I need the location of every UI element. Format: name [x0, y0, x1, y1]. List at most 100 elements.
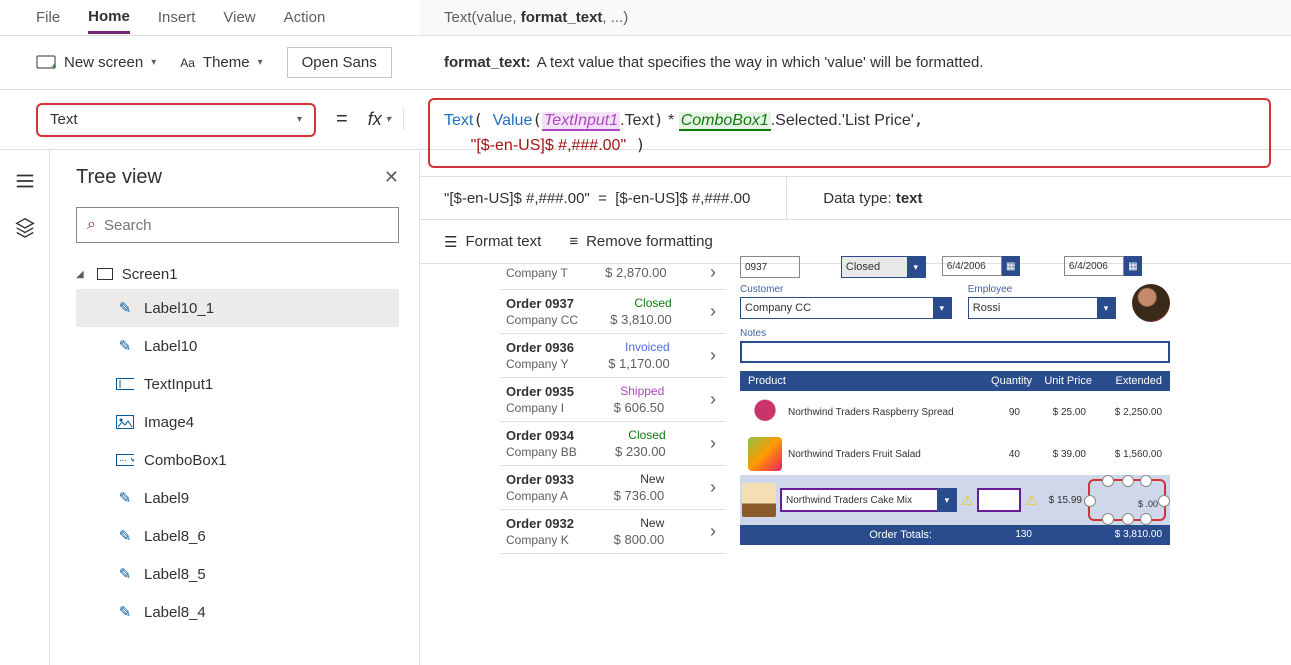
status-select[interactable]: Closed▾ [841, 256, 926, 278]
chevron-right-icon: › [704, 389, 716, 410]
product-new-row: Northwind Traders Cake Mix▾ ⚠ ⚠ $ 15.99 … [740, 475, 1170, 525]
image-icon [116, 413, 134, 431]
tree-item-textinput1[interactable]: TextInput1 [76, 365, 399, 403]
product-image [748, 437, 782, 471]
signature-bar: Text(value, format_text, ...) [420, 0, 1291, 36]
product-combobox[interactable]: Northwind Traders Cake Mix▾ [780, 488, 957, 512]
employee-select[interactable]: Rossi▾ [968, 297, 1116, 319]
chevron-right-icon: › [704, 262, 716, 283]
chevron-right-icon: › [704, 433, 716, 454]
format-icon: ☰ [444, 233, 457, 251]
tab-home[interactable]: Home [88, 2, 130, 34]
product-image [748, 395, 782, 429]
pen-icon: ✎ [116, 489, 134, 507]
warning-icon: ⚠ [1025, 492, 1038, 509]
tab-action[interactable]: Action [284, 3, 326, 32]
date-picker[interactable]: 6/4/2006▦ [1064, 256, 1170, 276]
product-row: Northwind Traders Raspberry Spread 90 $ … [740, 391, 1170, 433]
canvas: Company T $ 2,870.00 › Order 0937Company… [440, 256, 1271, 655]
pen-icon: ✎ [116, 527, 134, 545]
equals-icon: = [336, 108, 348, 131]
extended-label-selected[interactable]: $ .00 [1088, 479, 1166, 521]
tab-file[interactable]: File [36, 3, 60, 32]
remove-format-icon: ≡ [569, 233, 578, 250]
tab-view[interactable]: View [223, 3, 255, 32]
desc-label: format_text: [444, 54, 531, 71]
totals-row: Order Totals: 130 $ 3,810.00 [740, 525, 1170, 545]
quantity-input[interactable] [977, 488, 1021, 512]
search-icon: ⌕ [87, 216, 96, 234]
tree-item-combobox1[interactable]: ⋯ ComboBox1 [76, 441, 399, 479]
pen-icon: ✎ [116, 299, 134, 317]
tree-panel: Tree view ✕ ⌕ ◢ Screen1 ✎ Label10_1 ✎ La… [50, 150, 420, 665]
font-select-value: Open Sans [302, 54, 377, 71]
svg-text:+: + [51, 62, 56, 71]
search-input[interactable] [104, 217, 388, 234]
tree-item-label10[interactable]: ✎ Label10 [76, 327, 399, 365]
order-row[interactable]: Order 0934Company BB Closed$ 230.00 › [500, 422, 726, 466]
pen-icon: ✎ [116, 337, 134, 355]
avatar [1132, 284, 1170, 322]
search-box[interactable]: ⌕ [76, 207, 399, 243]
order-row[interactable]: Order 0933Company A New$ 736.00 › [500, 466, 726, 510]
warning-icon: ⚠ [961, 492, 974, 509]
chevron-down-icon: ▾ [297, 114, 302, 125]
order-form: 0937 Closed▾ 6/4/2006▦ 6/4/2006▦ Custome… [740, 256, 1170, 545]
desc-text: A text value that specifies the way in w… [537, 54, 984, 71]
property-value: Text [50, 111, 78, 128]
svg-text:⋯: ⋯ [119, 456, 127, 465]
font-select[interactable]: Open Sans [287, 47, 392, 78]
tab-insert[interactable]: Insert [158, 3, 196, 32]
customer-select[interactable]: Company CC▾ [740, 297, 952, 319]
new-screen-button[interactable]: + New screen ▾ [36, 54, 156, 71]
chevron-down-icon: ▾ [386, 114, 391, 125]
combobox-icon: ⋯ [116, 451, 134, 469]
tree-title: Tree view [76, 166, 162, 189]
remove-formatting-button[interactable]: ≡ Remove formatting [569, 233, 712, 250]
product-row: Northwind Traders Fruit Salad 40 $ 39.00… [740, 433, 1170, 475]
formula-panel: Text(value, format_text, ...) format_tex… [420, 0, 1291, 264]
chevron-right-icon: › [704, 521, 716, 542]
pen-icon: ✎ [116, 603, 134, 621]
format-text-button[interactable]: ☰ Format text [444, 233, 541, 251]
order-row[interactable]: Order 0936Company Y Invoiced$ 1,170.00 › [500, 334, 726, 378]
fx-icon: fx [368, 109, 382, 130]
order-row[interactable]: Order 0932Company K New$ 800.00 › [500, 510, 726, 554]
layers-icon[interactable] [14, 216, 36, 238]
tree-screen-item[interactable]: ◢ Screen1 [76, 259, 399, 289]
tree-item-label8-4[interactable]: ✎Label8_4 [76, 593, 399, 631]
collapse-icon[interactable]: ◢ [76, 269, 84, 280]
chevron-down-icon: ▾ [151, 57, 156, 68]
description-bar: format_text: A text value that specifies… [420, 36, 1291, 90]
orders-list: Company T $ 2,870.00 › Order 0937Company… [500, 256, 726, 554]
order-number: 0937 [740, 256, 800, 278]
chevron-right-icon: › [704, 301, 716, 322]
close-icon[interactable]: ✕ [384, 167, 399, 188]
property-selector[interactable]: Text ▾ [36, 103, 316, 137]
tree-item-label10-1[interactable]: ✎ Label10_1 [76, 289, 399, 327]
new-screen-label: New screen [64, 54, 143, 71]
formula-editor[interactable]: Text( Value(TextInput1.Text) * ComboBox1… [420, 90, 1291, 176]
date-picker[interactable]: 6/4/2006▦ [942, 256, 1048, 276]
product-image [742, 483, 776, 517]
hamburger-icon[interactable] [14, 170, 36, 192]
pen-icon: ✎ [116, 565, 134, 583]
chevron-down-icon: ▾ [258, 57, 263, 68]
tree-list: ◢ Screen1 ✎ Label10_1 ✎ Label10 TextInpu… [76, 259, 399, 631]
order-row[interactable]: Company T $ 2,870.00 › [500, 256, 726, 290]
fx-button[interactable]: fx ▾ [368, 109, 404, 130]
theme-button[interactable]: Aa Theme ▾ [180, 54, 262, 71]
product-table: Product Quantity Unit Price Extended Nor… [740, 371, 1170, 545]
tree-item-label8-6[interactable]: ✎Label8_6 [76, 517, 399, 555]
theme-label: Theme [203, 54, 250, 71]
chevron-right-icon: › [704, 477, 716, 498]
notes-input[interactable] [740, 341, 1170, 363]
screen-icon [96, 265, 114, 283]
left-rail [0, 150, 50, 665]
order-row[interactable]: Order 0937Company CC Closed$ 3,810.00 › [500, 290, 726, 334]
order-row[interactable]: Order 0935Company I Shipped$ 606.50 › [500, 378, 726, 422]
tree-item-image4[interactable]: Image4 [76, 403, 399, 441]
tree-item-label8-5[interactable]: ✎Label8_5 [76, 555, 399, 593]
chevron-right-icon: › [704, 345, 716, 366]
tree-item-label9[interactable]: ✎Label9 [76, 479, 399, 517]
